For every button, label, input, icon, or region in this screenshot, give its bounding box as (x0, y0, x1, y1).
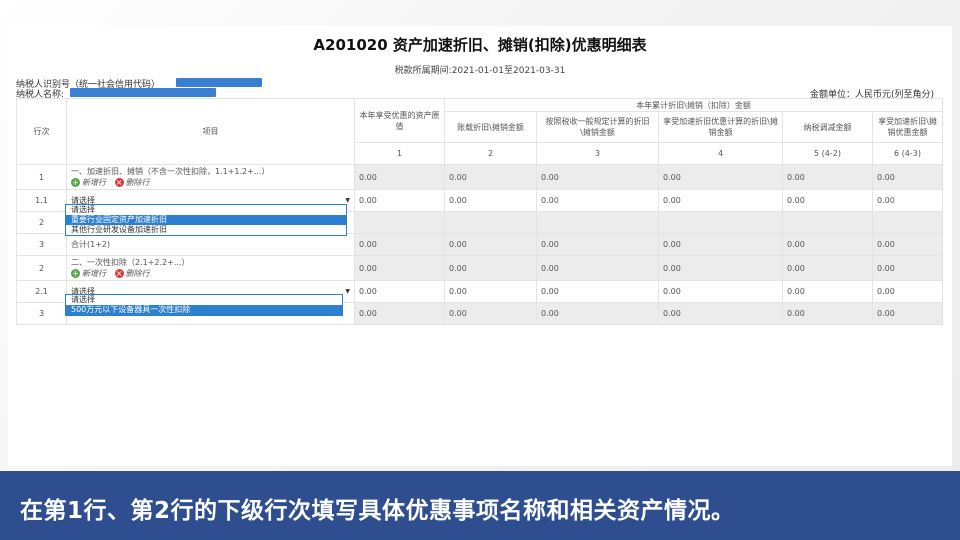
cell-value[interactable]: 0.00 (354, 189, 445, 212)
header-group: 本年累计折旧\摊销（扣除）金额 (444, 98, 943, 112)
cell-value[interactable] (658, 211, 783, 234)
cell-value[interactable]: 0.00 (444, 280, 537, 303)
dropdown-option[interactable]: 其他行业研发设备加速折旧 (66, 225, 346, 235)
cell-value[interactable] (354, 211, 445, 234)
add-row-button[interactable]: + 新增行 (71, 268, 106, 279)
row-item-text: 二、一次性扣除（2.1+2.2+...） (71, 257, 190, 267)
delete-row-button[interactable]: × 删除行 (114, 268, 150, 279)
cell-value[interactable]: 0.00 (536, 280, 659, 303)
cell-value[interactable] (444, 211, 537, 234)
cell-value[interactable]: 0.00 (536, 233, 659, 256)
close-icon: × (114, 268, 124, 278)
cell-value[interactable]: 0.00 (782, 255, 873, 281)
col-number: 1 (354, 142, 445, 165)
cell-value[interactable]: 0.00 (354, 164, 445, 190)
col-number: 3 (536, 142, 659, 165)
plus-icon: + (71, 268, 80, 278)
cell-value[interactable]: 0.00 (444, 233, 537, 256)
header-item: 项目 (66, 98, 355, 165)
cell-value[interactable]: 0.00 (658, 189, 783, 212)
cell-value[interactable]: 0.00 (872, 280, 943, 303)
cell-value[interactable] (536, 211, 659, 234)
cell-value[interactable]: 0.00 (658, 280, 783, 303)
cell-value[interactable]: 0.00 (354, 302, 445, 325)
redacted-taxpayer-id (176, 78, 262, 87)
caption-banner: 在第1行、第2行的下级行次填写具体优惠事项名称和相关资产情况。 (0, 471, 960, 540)
row-item: 合计(1+2) (66, 233, 355, 256)
cell-value[interactable]: 0.00 (872, 302, 943, 325)
cell-value[interactable]: 0.00 (658, 255, 783, 281)
dropdown-arrow-icon: ▼ (345, 288, 350, 295)
dropdown-option-selected[interactable]: 重要行业固定资产加速折旧 (66, 215, 346, 225)
header-col5: 纳税调减金额 (782, 111, 873, 143)
cell-value[interactable]: 0.00 (536, 302, 659, 325)
row-number: 1 (16, 164, 67, 190)
cell-value[interactable]: 0.00 (354, 255, 445, 281)
tax-period: 税款所属期间:2021-01-01至2021-03-31 (394, 66, 566, 76)
row-item: 一、加速折旧、摊销（不含一次性扣除，1.1+1.2+...） + 新增行 × 删除行 (66, 164, 355, 190)
table-row: 3 合计(1+2) 0.00 0.00 0.00 0.00 0.00 0.00 (16, 233, 943, 256)
cell-value[interactable]: 0.00 (872, 189, 943, 212)
cell-value[interactable]: 0.00 (536, 189, 659, 212)
redacted-taxpayer-name (70, 88, 216, 97)
cell-value[interactable]: 0.00 (872, 233, 943, 256)
cell-value[interactable] (872, 211, 943, 234)
header-row-no: 行次 (16, 98, 67, 165)
cell-value[interactable]: 0.00 (354, 233, 445, 256)
header-col4: 享受加速折旧优惠计算的折旧\摊销金额 (658, 111, 783, 143)
dropdown-list-2: 请选择 500万元以下设备器具一次性扣除 (65, 294, 343, 316)
row-item-text: 一、加速折旧、摊销（不含一次性扣除，1.1+1.2+...） (71, 166, 270, 176)
cell-value[interactable]: 0.00 (782, 164, 873, 190)
tax-form: A201020 资产加速折旧、摊销(扣除)优惠明细表 税款所属期间:2021-0… (8, 26, 952, 466)
cell-value[interactable]: 0.00 (354, 280, 445, 303)
plus-icon: + (71, 177, 80, 187)
row-number: 2 (16, 255, 67, 281)
row-number: 2 (16, 211, 67, 234)
table-row: 2 二、一次性扣除（2.1+2.2+...） + 新增行 × 删除行 0.00 0.… (16, 255, 943, 281)
close-icon: × (114, 177, 124, 187)
dropdown-arrow-icon: ▼ (345, 197, 350, 204)
cell-value[interactable] (782, 211, 873, 234)
header-col6: 享受加速折旧\摊销优惠金额 (872, 111, 943, 143)
cell-value[interactable]: 0.00 (782, 302, 873, 325)
cell-value[interactable]: 0.00 (444, 255, 537, 281)
col-number: 6 (4-3) (872, 142, 943, 165)
row-number: 2.1 (16, 280, 67, 303)
cell-value[interactable]: 0.00 (782, 280, 873, 303)
dropdown-option[interactable]: 请选择 (66, 205, 346, 215)
dropdown-list-1: 请选择 重要行业固定资产加速折旧 其他行业研发设备加速折旧 (65, 204, 347, 236)
col-number: 2 (444, 142, 537, 165)
table-row: 1 一、加速折旧、摊销（不含一次性扣除，1.1+1.2+...） + 新增行 × 删… (16, 164, 943, 190)
cell-value[interactable]: 0.00 (872, 164, 943, 190)
cell-value[interactable]: 0.00 (536, 164, 659, 190)
row-number: 1.1 (16, 189, 67, 212)
cell-value[interactable]: 0.00 (444, 189, 537, 212)
cell-value[interactable]: 0.00 (658, 233, 783, 256)
cell-value[interactable]: 0.00 (444, 164, 537, 190)
caption-text: 在第1行、第2行的下级行次填写具体优惠事项名称和相关资产情况。 (20, 498, 735, 524)
row-number: 3 (16, 302, 67, 325)
header-col3: 按照税收一般规定计算的折旧\摊销金额 (536, 111, 659, 143)
dropdown-option-selected[interactable]: 500万元以下设备器具一次性扣除 (66, 305, 342, 315)
cell-value[interactable]: 0.00 (658, 164, 783, 190)
row-number: 3 (16, 233, 67, 256)
cell-value[interactable]: 0.00 (658, 302, 783, 325)
cell-value[interactable]: 0.00 (782, 233, 873, 256)
cell-value[interactable]: 0.00 (782, 189, 873, 212)
header-original-value: 本年享受优惠的资产原值 (354, 98, 445, 143)
add-row-button[interactable]: + 新增行 (71, 177, 106, 188)
col-number: 4 (658, 142, 783, 165)
cell-value[interactable]: 0.00 (536, 255, 659, 281)
cell-value[interactable]: 0.00 (872, 255, 943, 281)
row-item: 二、一次性扣除（2.1+2.2+...） + 新增行 × 删除行 (66, 255, 355, 281)
delete-row-button[interactable]: × 删除行 (114, 177, 150, 188)
header-col2: 账载折旧\摊销金额 (444, 111, 537, 143)
cell-value[interactable]: 0.00 (444, 302, 537, 325)
col-number: 5 (4-2) (782, 142, 873, 165)
form-title: A201020 资产加速折旧、摊销(扣除)优惠明细表 (313, 36, 647, 54)
dropdown-option[interactable]: 请选择 (66, 295, 342, 305)
